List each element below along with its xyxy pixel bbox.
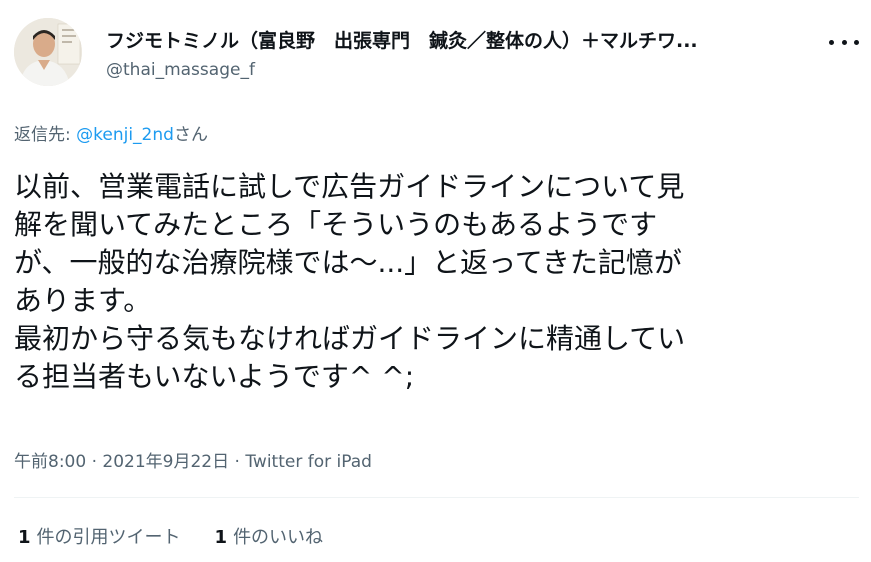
tweet-text-line: る担当者もいないようです^ ^; <box>14 360 415 393</box>
tweet-text-line: が、一般的な治療院様では～...」と返ってきた記憶が <box>14 246 682 279</box>
like-count: 1 <box>214 527 228 548</box>
like-label: 件のいいね <box>233 527 324 548</box>
tweet-text-line: あります。 <box>14 284 152 317</box>
quote-label: 件の引用ツイート <box>36 527 181 548</box>
tweet-detail: フジモトミノル（富良野 出張専門 鍼灸／整体の人）＋マルチワ... @thai_… <box>0 0 871 562</box>
dot <box>854 39 859 45</box>
tweet-text-line: 以前、営業電話に試しで広告ガイドラインについて見 <box>14 170 685 203</box>
tweet-stats: 1 件の引用ツイート 1 件のいいね <box>18 523 323 549</box>
tweet-metadata: 午前8:00 · 2021年9月22日 · Twitter for iPad <box>14 447 372 472</box>
reply-context: 返信先: @kenji_2ndさん <box>14 120 208 145</box>
reply-mention-link[interactable]: @kenji_2nd <box>76 125 174 145</box>
separator: · <box>86 452 103 472</box>
avatar[interactable] <box>14 18 82 86</box>
tweet-time[interactable]: 午前8:00 <box>14 452 86 472</box>
reply-prefix: 返信先: <box>14 125 77 145</box>
tweet-text: 以前、営業電話に試しで広告ガイドラインについて見 解を聞いてみたところ「そういう… <box>14 168 859 396</box>
profile-photo-icon <box>14 18 82 86</box>
tweet-text-line: 最初から守る気もなければガイドラインに精通してい <box>14 322 686 355</box>
tweet-text-line: 解を聞いてみたところ「そういうのもあるようです <box>14 208 658 241</box>
quote-tweets-stat[interactable]: 1 件の引用ツイート <box>18 523 181 549</box>
author-display-name[interactable]: フジモトミノル（富良野 出張専門 鍼灸／整体の人）＋マルチワ... <box>106 26 796 53</box>
divider <box>14 497 859 498</box>
tweet-header: フジモトミノル（富良野 出張専門 鍼灸／整体の人）＋マルチワ... @thai_… <box>14 18 859 88</box>
likes-stat[interactable]: 1 件のいいね <box>215 523 324 549</box>
tweet-source[interactable]: Twitter for iPad <box>245 452 372 472</box>
quote-count: 1 <box>18 527 31 548</box>
tweet-date[interactable]: 2021年9月22日 <box>102 452 229 472</box>
reply-suffix: さん <box>173 125 208 145</box>
dot <box>841 39 847 45</box>
dot <box>829 39 834 45</box>
author-handle[interactable]: @thai_massage_f <box>106 60 255 80</box>
separator: · <box>229 452 246 472</box>
more-options-icon[interactable] <box>829 32 859 52</box>
